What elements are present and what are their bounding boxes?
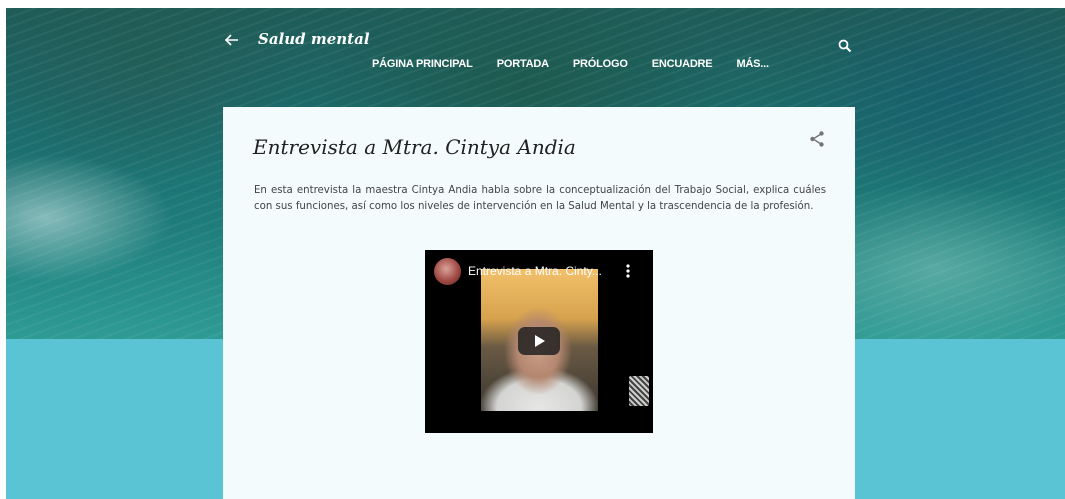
post-card: Entrevista a Mtra. Cintya Andia En esta … [223, 107, 855, 499]
nav-item-encuadre[interactable]: ENCUADRE [652, 58, 713, 70]
nav-item-pagina-principal[interactable]: PÁGINA PRINCIPAL [372, 58, 473, 70]
blog-title[interactable]: Salud mental [258, 30, 370, 48]
video-title[interactable]: Entrevista a Mtra. Cinty... [468, 264, 618, 278]
search-icon[interactable] [838, 38, 852, 53]
play-button[interactable] [518, 327, 560, 355]
page-frame: Salud mental PÁGINA PRINCIPAL PORTADA PR… [6, 8, 1065, 499]
play-icon [535, 335, 545, 347]
back-arrow-icon-svg [224, 34, 238, 46]
nav-item-prologo[interactable]: PRÓLOGO [573, 58, 628, 70]
post-body-text: En esta entrevista la maestra Cintya And… [254, 185, 826, 212]
post-title: Entrevista a Mtra. Cintya Andia [253, 135, 576, 159]
kebab-menu-icon[interactable] [623, 263, 633, 279]
back-arrow-icon[interactable] [224, 32, 240, 48]
top-bar: Salud mental PÁGINA PRINCIPAL PORTADA PR… [6, 8, 1065, 88]
search-icon-svg [838, 39, 852, 53]
youtube-embed[interactable]: Entrevista a Mtra. Cinty... [425, 250, 653, 433]
share-icon[interactable] [808, 130, 826, 148]
nav-item-portada[interactable]: PORTADA [497, 58, 549, 70]
main-navigation: PÁGINA PRINCIPAL PORTADA PRÓLOGO ENCUADR… [372, 58, 793, 70]
channel-avatar[interactable] [434, 258, 461, 285]
unam-logo-watermark [629, 376, 649, 406]
kebab-menu-icon-svg [626, 264, 630, 278]
share-icon-svg [810, 131, 824, 147]
nav-item-mas[interactable]: MÁS... [736, 58, 769, 70]
